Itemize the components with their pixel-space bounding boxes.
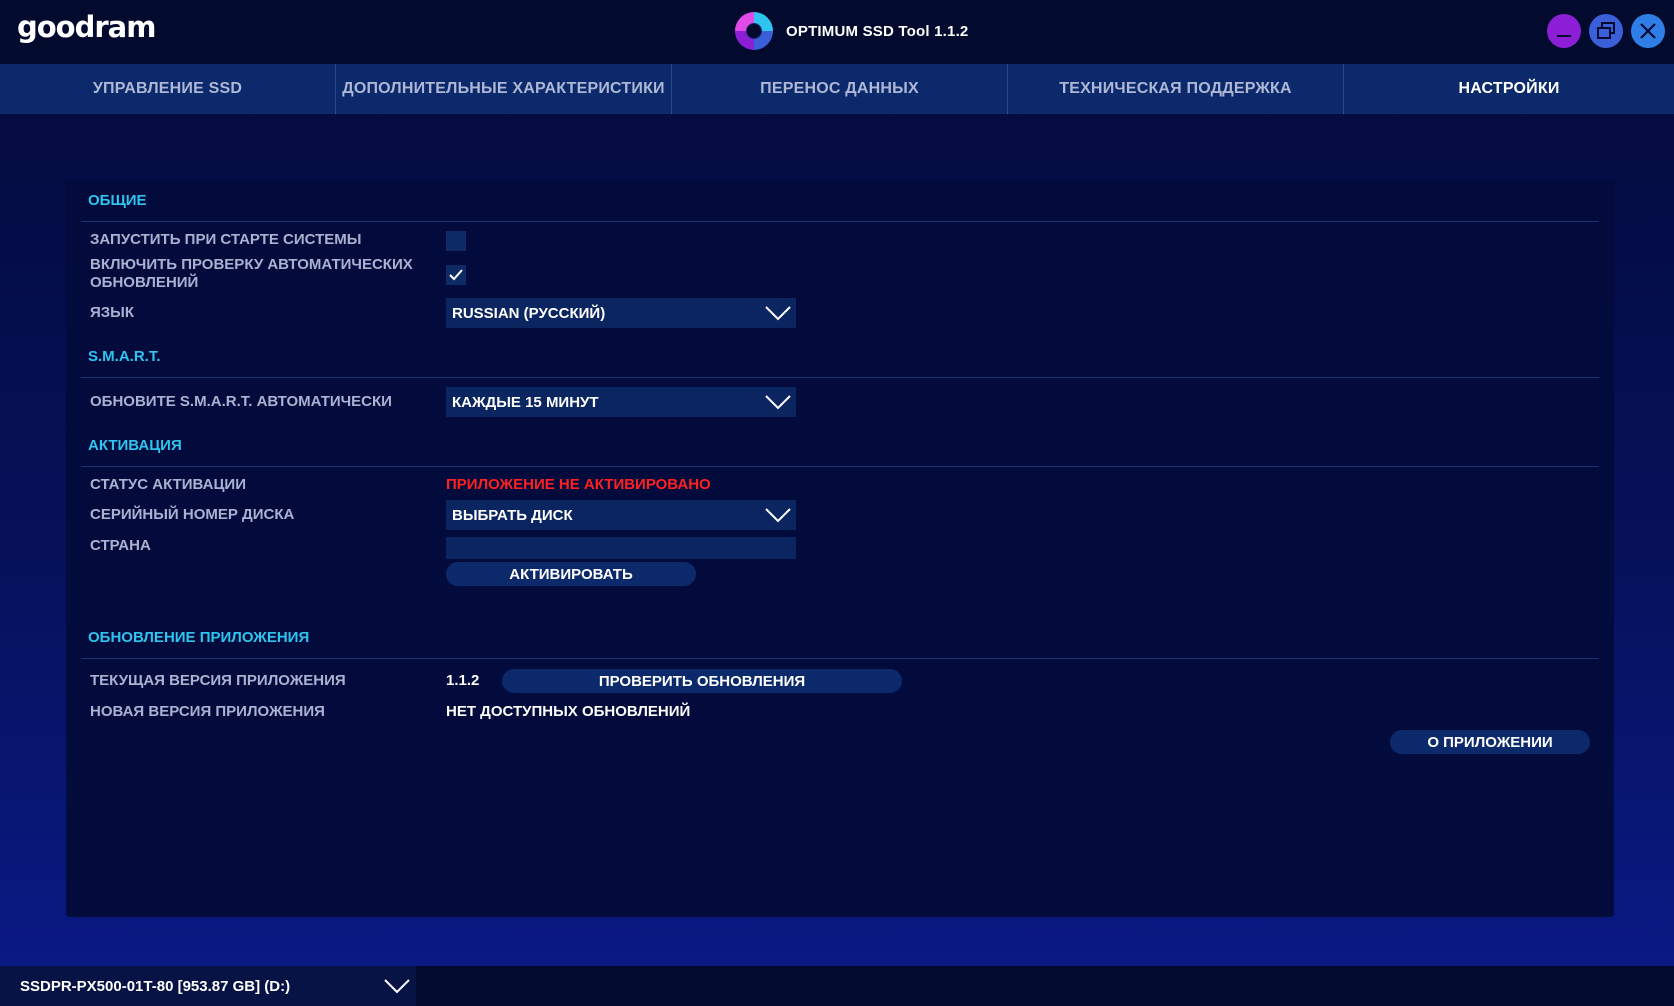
chevron-down-icon [765, 306, 791, 321]
disk-serial-value: ВЫБРАТЬ ДИСК [452, 506, 573, 524]
section-title-app-update: ОБНОВЛЕНИЕ ПРИЛОЖЕНИЯ [88, 629, 310, 646]
autoupdate-label-line2: ОБНОВЛЕНИЙ [90, 274, 199, 291]
minimize-icon [1557, 35, 1571, 37]
chevron-down-icon [384, 979, 410, 994]
title-bar: goodram OPTIMUM SSD Tool 1.1.2 [0, 0, 1674, 64]
activation-status-label: СТАТУС АКТИВАЦИИ [90, 476, 246, 493]
app-title: OPTIMUM SSD Tool 1.1.2 [786, 22, 969, 40]
new-version-value: НЕТ ДОСТУПНЫХ ОБНОВЛЕНИЙ [446, 703, 691, 720]
language-label: ЯЗЫК [90, 304, 135, 321]
autostart-checkbox[interactable] [446, 231, 466, 251]
tab-data-migration[interactable]: ПЕРЕНОС ДАННЫХ [672, 64, 1008, 114]
new-version-label: НОВАЯ ВЕРСИЯ ПРИЛОЖЕНИЯ [90, 703, 325, 720]
close-button[interactable] [1631, 14, 1665, 48]
country-label: СТРАНА [90, 537, 151, 554]
checkmark-icon [449, 269, 463, 281]
divider [81, 658, 1599, 659]
current-version-value: 1.1.2 [446, 672, 480, 689]
close-icon [1640, 23, 1656, 39]
tab-additional-characteristics[interactable]: ДОПОЛНИТЕЛЬНЫЕ ХАРАКТЕРИСТИКИ [336, 64, 672, 114]
chevron-down-icon [765, 395, 791, 410]
settings-panel: ОБЩИЕ ЗАПУСТИТЬ ПРИ СТАРТЕ СИСТЕМЫ ВКЛЮЧ… [66, 181, 1614, 917]
section-title-activation: АКТИВАЦИЯ [88, 437, 182, 454]
tab-settings[interactable]: НАСТРОЙКИ [1344, 64, 1674, 114]
autoupdate-checkbox[interactable] [446, 265, 466, 285]
autoupdate-label-line1: ВКЛЮЧИТЬ ПРОВЕРКУ АВТОМАТИЧЕСКИХ [90, 256, 413, 273]
restore-icon [1597, 22, 1615, 39]
autostart-label: ЗАПУСТИТЬ ПРИ СТАРТЕ СИСТЕМЫ [90, 231, 362, 248]
divider [81, 466, 1599, 467]
app-title-group: OPTIMUM SSD Tool 1.1.2 [734, 10, 968, 52]
disk-select[interactable]: SSDPR-PX500-01T-80 [953.87 GB] (D:) [0, 966, 416, 1006]
disk-select-value: SSDPR-PX500-01T-80 [953.87 GB] (D:) [20, 977, 291, 995]
smart-refresh-select[interactable]: КАЖДЫЕ 15 МИНУТ [446, 387, 796, 417]
disk-serial-select[interactable]: ВЫБРАТЬ ДИСК [446, 500, 796, 530]
language-value: RUSSIAN (РУССКИЙ) [452, 304, 606, 322]
country-input[interactable] [446, 537, 796, 559]
check-updates-button[interactable]: ПРОВЕРИТЬ ОБНОВЛЕНИЯ [502, 669, 902, 693]
divider [81, 377, 1599, 378]
restore-button[interactable] [1589, 14, 1623, 48]
main-tabs: УПРАВЛЕНИЕ SSD ДОПОЛНИТЕЛЬНЫЕ ХАРАКТЕРИС… [0, 64, 1674, 114]
smart-refresh-value: КАЖДЫЕ 15 МИНУТ [452, 393, 599, 411]
app-logo-icon [735, 12, 773, 50]
tab-ssd-management[interactable]: УПРАВЛЕНИЕ SSD [0, 64, 336, 114]
disk-serial-label: СЕРИЙНЫЙ НОМЕР ДИСКА [90, 506, 295, 523]
activation-status-value: ПРИЛОЖЕНИЕ НЕ АКТИВИРОВАНО [446, 476, 711, 493]
smart-refresh-label: ОБНОВИТЕ S.M.A.R.T. АВТОМАТИЧЕСКИ [90, 393, 392, 410]
activate-button[interactable]: АКТИВИРОВАТЬ [446, 562, 696, 586]
section-title-general: ОБЩИЕ [88, 192, 147, 209]
divider [81, 221, 1599, 222]
autoupdate-label: ВКЛЮЧИТЬ ПРОВЕРКУ АВТОМАТИЧЕСКИХ ОБНОВЛЕ… [90, 256, 413, 292]
current-version-label: ТЕКУЩАЯ ВЕРСИЯ ПРИЛОЖЕНИЯ [90, 672, 346, 689]
about-button[interactable]: О ПРИЛОЖЕНИИ [1390, 730, 1590, 754]
language-select[interactable]: RUSSIAN (РУССКИЙ) [446, 298, 796, 328]
minimize-button[interactable] [1547, 14, 1581, 48]
chevron-down-icon [765, 508, 791, 523]
tab-technical-support[interactable]: ТЕХНИЧЕСКАЯ ПОДДЕРЖКА [1008, 64, 1344, 114]
section-title-smart: S.M.A.R.T. [88, 348, 161, 365]
goodram-logo: goodram [17, 10, 156, 44]
